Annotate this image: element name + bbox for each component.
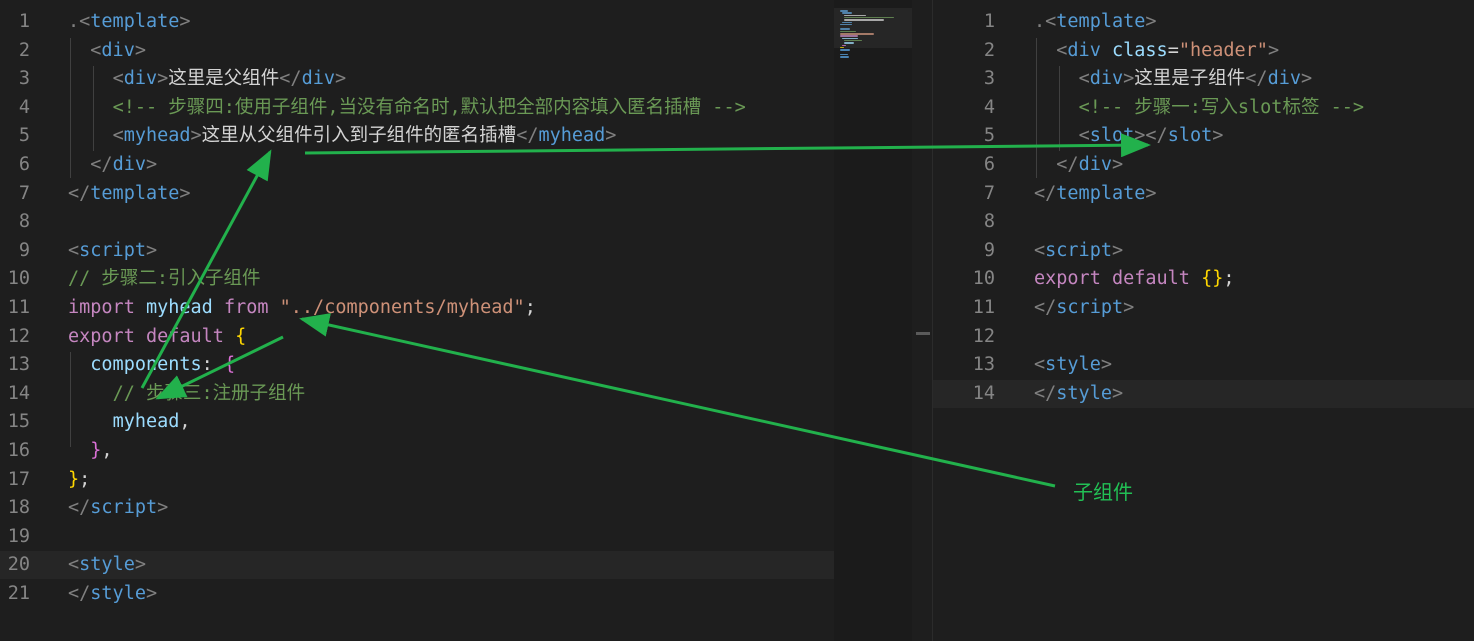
arrow-to-import	[299, 313, 1056, 488]
child-component-annotation: 子组件	[1073, 480, 1133, 504]
arrow-to-slot	[304, 133, 1151, 158]
annotation-arrows	[140, 133, 1151, 488]
arrow-to-register	[155, 335, 284, 400]
